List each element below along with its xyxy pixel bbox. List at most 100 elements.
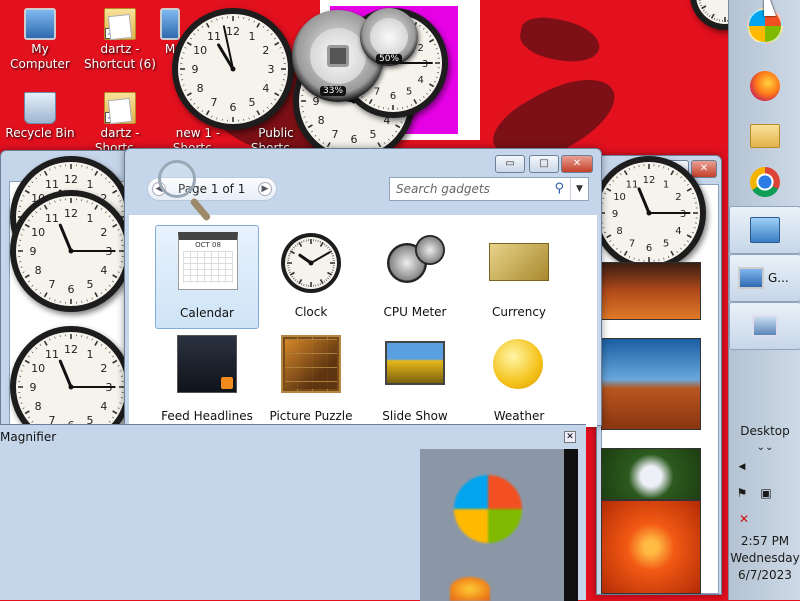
toolbar-expand-chevron[interactable]: ⌄⌄ — [729, 442, 800, 453]
slideshow-icon — [385, 341, 445, 385]
gadget-calendar[interactable]: OCT 08 Calendar — [155, 225, 259, 329]
window-taskbar-button[interactable]: G... — [729, 254, 800, 302]
start-orb-fragment — [450, 577, 490, 601]
svg-text:4: 4 — [100, 400, 107, 413]
svg-text:5: 5 — [406, 87, 412, 98]
gadget-slide-show[interactable]: Slide Show — [363, 329, 467, 433]
svg-text:11: 11 — [626, 180, 639, 191]
svg-text:8: 8 — [616, 226, 622, 237]
magnifier-app-icon — [752, 315, 778, 337]
folder-icon: ↗ — [104, 8, 136, 40]
gadget-clock[interactable]: Clock — [259, 225, 363, 329]
volume-muted-icon[interactable]: ✕ — [735, 512, 753, 526]
computer-icon — [738, 267, 764, 289]
clock-time[interactable]: 2:57 PM — [729, 534, 800, 548]
windows-logo-icon — [454, 475, 522, 543]
memory-meter-gadget[interactable]: 50% — [360, 8, 418, 66]
gadget-weather[interactable]: Weather — [467, 329, 571, 433]
next-page-button[interactable]: ▶ — [258, 182, 272, 196]
feed-icon — [177, 335, 237, 393]
photo-flowers[interactable] — [601, 448, 701, 500]
svg-text:11: 11 — [45, 212, 59, 225]
svg-text:10: 10 — [193, 44, 207, 57]
svg-text:1: 1 — [663, 180, 669, 191]
svg-text:2: 2 — [100, 226, 107, 239]
shortcut-arrow-icon: ↗ — [105, 112, 116, 123]
search-icon[interactable]: ⚲ — [554, 181, 564, 196]
photo-desert-mesa[interactable] — [601, 338, 701, 430]
desktop-icon-dartz-shortcut[interactable]: ↗ dartz - Shortc... — [80, 92, 160, 156]
explorer-button[interactable] — [729, 112, 800, 160]
close-button[interactable]: ✕ — [561, 155, 593, 173]
maximize-button[interactable]: □ — [529, 155, 559, 173]
magnifier-lens[interactable] — [158, 160, 196, 198]
currency-icon — [489, 243, 549, 281]
svg-text:4: 4 — [262, 82, 269, 95]
desktop-icon-my-computer[interactable]: My Computer — [0, 8, 80, 72]
svg-text:5: 5 — [87, 278, 94, 291]
svg-text:7: 7 — [211, 96, 218, 109]
svg-text:9: 9 — [30, 381, 37, 394]
magnifier-edge — [564, 449, 578, 601]
photo-desert[interactable] — [601, 262, 701, 320]
network-icon[interactable]: ▣ — [759, 486, 773, 500]
svg-text:5: 5 — [370, 128, 377, 141]
gadget-feed-headlines[interactable]: Feed Headlines — [155, 329, 259, 433]
svg-text:6: 6 — [390, 91, 396, 102]
svg-text:8: 8 — [318, 114, 325, 127]
svg-text:6: 6 — [351, 133, 358, 146]
magnifier-taskbar-button[interactable] — [729, 302, 800, 350]
clock-day[interactable]: Wednesday — [729, 551, 800, 565]
desktop-toolbar-label[interactable]: Desktop — [729, 424, 800, 438]
svg-text:9: 9 — [612, 209, 618, 220]
desktop-icon-dartz-shortcut-6[interactable]: ↗ dartz - Shortcut (6) — [80, 8, 160, 72]
svg-text:7: 7 — [49, 278, 56, 291]
window-title: Magnifier — [0, 430, 56, 444]
svg-text:9: 9 — [30, 245, 37, 258]
desktop-icon-label: dartz - Shortcut (6) — [84, 42, 156, 71]
gadget-label: Currency — [467, 305, 571, 319]
gadgets-icon — [750, 217, 780, 243]
gadget-label: Weather — [467, 409, 571, 423]
cpu-meter-icon — [385, 231, 445, 289]
close-button[interactable]: ✕ — [564, 431, 576, 443]
clock-gadget[interactable]: 123456789101112 — [172, 8, 294, 130]
search-gadgets-field[interactable]: Search gadgets ⚲ ▼ — [389, 177, 589, 201]
chevron-down-icon[interactable]: ▼ — [570, 178, 588, 200]
minimize-button[interactable]: ▭ — [495, 155, 525, 173]
action-center-flag-icon[interactable]: ⚑ — [735, 486, 749, 500]
svg-text:4: 4 — [675, 226, 681, 237]
show-hidden-icons-button[interactable]: ◀ — [737, 462, 747, 472]
photo-chrysanthemum[interactable] — [601, 500, 701, 594]
svg-text:2: 2 — [100, 362, 107, 375]
svg-text:4: 4 — [100, 264, 107, 277]
gadget-gallery-window: ▭ □ ✕ ◀ Page 1 of 1 ▶ Search gadgets ⚲ ▼… — [124, 148, 602, 426]
svg-text:8: 8 — [35, 400, 42, 413]
svg-text:1: 1 — [249, 30, 256, 43]
firefox-button[interactable] — [729, 62, 800, 110]
gadget-cpu-meter[interactable]: CPU Meter — [363, 225, 467, 329]
desktop-icon-recycle-bin[interactable]: Recycle Bin — [0, 92, 80, 141]
svg-text:7: 7 — [629, 238, 635, 249]
clock-date[interactable]: 6/7/2023 — [729, 568, 800, 582]
gadget-label: Clock — [259, 305, 363, 319]
clock-gadget[interactable]: 123456789101112 — [10, 190, 132, 312]
gadget-grid: OCT 08 Calendar Clock CPU Meter Currency — [129, 215, 597, 427]
gadget-label: Feed Headlines — [155, 409, 259, 423]
search-input[interactable]: Search gadgets — [396, 182, 490, 196]
gadget-currency[interactable]: Currency — [467, 225, 571, 329]
svg-text:7: 7 — [374, 87, 380, 98]
chrome-button[interactable] — [729, 158, 800, 206]
folder-icon — [750, 124, 780, 148]
svg-text:2: 2 — [418, 43, 424, 54]
weather-icon — [493, 339, 543, 389]
calendar-grid — [183, 251, 233, 283]
memory-percent: 50% — [376, 54, 402, 64]
gadget-picture-puzzle[interactable]: Picture Puzzle — [259, 329, 363, 433]
svg-text:12: 12 — [226, 25, 240, 38]
svg-text:3: 3 — [422, 59, 428, 70]
gadgets-taskbar-button[interactable] — [729, 206, 800, 254]
svg-text:3: 3 — [680, 209, 686, 220]
gadget-label: Slide Show — [363, 409, 467, 423]
clock-gadget[interactable]: 123456789101112 — [592, 156, 706, 270]
